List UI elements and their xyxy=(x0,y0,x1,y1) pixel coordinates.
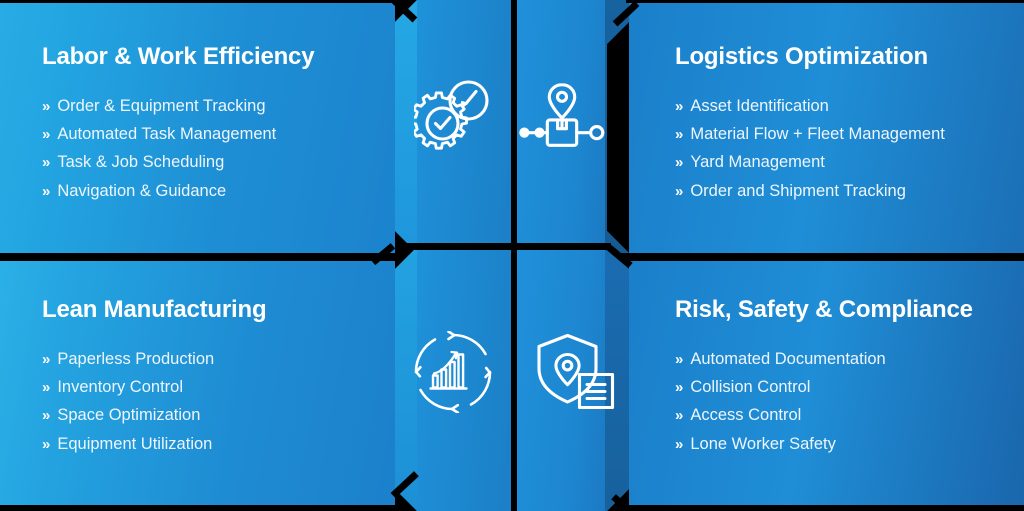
list-item-label: Access Control xyxy=(690,406,802,425)
feature-list: » Order & Equipment Tracking » Automated T… xyxy=(42,92,314,204)
quadrant-content: Risk, Safety & Compliance » Automated Doc… xyxy=(675,296,973,458)
list-item-label: Inventory Control xyxy=(57,378,183,397)
icon-column-logistics-optimization xyxy=(517,0,629,253)
list-item: » Asset Identification xyxy=(675,92,945,120)
divider-notch-right-top xyxy=(517,243,611,250)
list-item: » Inventory Control xyxy=(42,373,266,401)
list-item: » Lone Worker Safety xyxy=(675,430,973,458)
page-title: Lean Manufacturing xyxy=(42,296,267,323)
list-item-label: Lone Worker Safety xyxy=(690,434,836,453)
list-item-label: Asset Identification xyxy=(690,97,829,116)
list-item-label: Navigation & Guidance xyxy=(57,181,227,200)
chevron-right-icon: » xyxy=(675,379,684,397)
chevron-right-icon: » xyxy=(42,182,51,200)
bar-chart-cycle-icon xyxy=(414,331,492,413)
list-item-label: Automated Documentation xyxy=(690,350,886,369)
icon-column-risk-safety-compliance xyxy=(517,247,629,511)
shield-document-icon xyxy=(537,333,615,410)
column-edge-shadow xyxy=(605,0,629,253)
chevron-right-icon: » xyxy=(42,126,51,144)
page-title: Labor & Work Efficiency xyxy=(42,43,315,70)
chevron-right-icon: » xyxy=(675,182,684,200)
infographic-canvas: Labor & Work Efficiency » Order & Equipme… xyxy=(0,0,1024,511)
list-item: » Material Flow + Fleet Management xyxy=(675,120,945,148)
chevron-right-icon: » xyxy=(675,351,684,369)
chevron-right-icon: » xyxy=(42,407,51,425)
list-item-label: Collision Control xyxy=(690,378,811,397)
list-item: » Automated Task Management xyxy=(42,120,314,148)
divider-vertical-center xyxy=(511,0,517,511)
list-item: » Order & Equipment Tracking xyxy=(42,92,314,120)
feature-list: » Automated Documentation » Collision Cont… xyxy=(675,345,973,457)
divider-notch-left-top xyxy=(395,243,513,250)
list-item: » Automated Documentation xyxy=(675,345,973,373)
list-item: » Task & Job Scheduling xyxy=(42,148,314,176)
list-item-label: Material Flow + Fleet Management xyxy=(690,125,945,144)
list-item: » Yard Management xyxy=(675,148,945,176)
chevron-right-icon: » xyxy=(42,379,51,397)
divider-horizontal-left xyxy=(0,253,395,261)
chevron-right-icon: » xyxy=(42,98,51,116)
quadrant-logistics-optimization[interactable]: Logistics Optimization » Asset Identifica… xyxy=(629,0,1024,253)
list-item: » Access Control xyxy=(675,401,973,429)
chevron-right-icon: » xyxy=(675,435,684,453)
list-item: » Space Optimization xyxy=(42,401,266,429)
list-item-label: Equipment Utilization xyxy=(57,434,213,453)
list-item-label: Space Optimization xyxy=(57,406,201,425)
edge-bottom-left xyxy=(0,505,400,511)
edge-top-right xyxy=(626,0,1024,3)
chevron-right-icon: » xyxy=(675,154,684,172)
chevron-right-icon: » xyxy=(675,407,684,425)
edge-bottom-right xyxy=(626,505,1024,511)
chevron-right-icon: » xyxy=(675,98,684,116)
gear-check-gauge-icon xyxy=(414,80,489,150)
list-item-label: Order and Shipment Tracking xyxy=(690,181,906,200)
feature-list: » Asset Identification » Material Flow + F… xyxy=(675,92,945,204)
icon-column-labor-work-efficiency xyxy=(395,0,511,253)
quadrant-labor-work-efficiency[interactable]: Labor & Work Efficiency » Order & Equipme… xyxy=(0,0,395,253)
edge-top-left xyxy=(0,0,398,3)
list-item-label: Yard Management xyxy=(690,153,825,172)
list-item-label: Paperless Production xyxy=(57,350,215,369)
divider-horizontal-right xyxy=(629,253,1024,261)
chevron-right-icon: » xyxy=(42,154,51,172)
quadrant-content: Labor & Work Efficiency » Order & Equipme… xyxy=(42,43,315,205)
list-item-label: Task & Job Scheduling xyxy=(57,153,225,172)
quadrant-risk-safety-compliance[interactable]: Risk, Safety & Compliance » Automated Doc… xyxy=(629,261,1024,511)
list-item: » Paperless Production xyxy=(42,345,266,373)
quadrant-content: Logistics Optimization » Asset Identifica… xyxy=(675,43,945,205)
chevron-right-icon: » xyxy=(42,351,51,369)
chevron-right-icon: » xyxy=(675,126,684,144)
quadrant-content: Lean Manufacturing » Paperless Production… xyxy=(42,296,267,458)
quadrant-lean-manufacturing[interactable]: Lean Manufacturing » Paperless Production… xyxy=(0,261,395,511)
feature-list: » Paperless Production » Inventory Control… xyxy=(42,345,266,457)
list-item: » Collision Control xyxy=(675,373,973,401)
page-title: Risk, Safety & Compliance xyxy=(675,296,973,323)
package-location-pin-icon xyxy=(519,83,605,147)
list-item-label: Automated Task Management xyxy=(57,125,277,144)
list-item: » Equipment Utilization xyxy=(42,430,266,458)
chevron-right-icon: » xyxy=(42,435,51,453)
list-item: » Order and Shipment Tracking xyxy=(675,177,945,205)
list-item-label: Order & Equipment Tracking xyxy=(57,97,266,116)
list-item: » Navigation & Guidance xyxy=(42,177,314,205)
page-title: Logistics Optimization xyxy=(675,43,928,70)
